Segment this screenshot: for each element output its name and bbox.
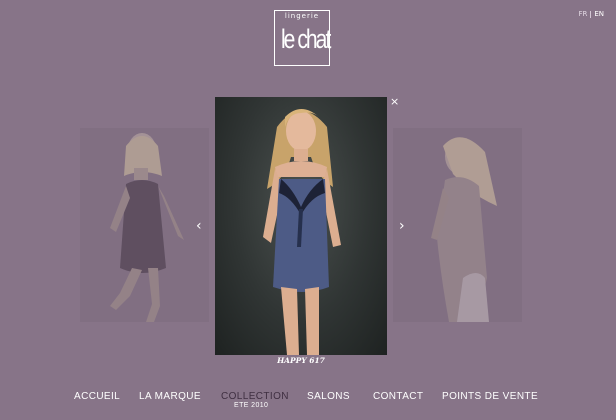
- close-icon[interactable]: ×: [390, 95, 399, 108]
- nav-item-salons[interactable]: SALONS: [307, 391, 350, 402]
- chevron-right-icon[interactable]: ›: [399, 219, 405, 233]
- main-navigation: ACCUEIL LA MARQUE COLLECTION ETE 2010 SA…: [0, 391, 616, 411]
- main-product-photo: [215, 97, 387, 355]
- nav-subitem-ete-2010[interactable]: ETE 2010: [234, 402, 268, 409]
- nav-item-collection[interactable]: COLLECTION: [221, 391, 289, 402]
- previous-product-photo[interactable]: [80, 128, 209, 322]
- product-caption: HAPPY 617: [277, 356, 325, 365]
- brand-name: le chat: [280, 24, 331, 54]
- brand-subtitle: lingerie: [284, 12, 320, 20]
- nav-item-accueil[interactable]: ACCUEIL: [74, 391, 120, 402]
- language-option-fr[interactable]: FR: [578, 10, 587, 18]
- nav-item-points-de-vente[interactable]: POINTS DE VENTE: [442, 391, 538, 402]
- nav-item-la-marque[interactable]: LA MARQUE: [139, 391, 201, 402]
- language-separator: [590, 10, 592, 18]
- next-product-photo[interactable]: [393, 128, 522, 322]
- main-model-figure: [263, 109, 341, 355]
- language-switcher: FR EN: [578, 10, 604, 18]
- language-option-en[interactable]: EN: [594, 10, 604, 18]
- nav-item-contact[interactable]: CONTACT: [373, 391, 423, 402]
- chevron-left-icon[interactable]: ‹: [196, 219, 202, 233]
- brand-logo[interactable]: lingerie le chat: [274, 10, 331, 66]
